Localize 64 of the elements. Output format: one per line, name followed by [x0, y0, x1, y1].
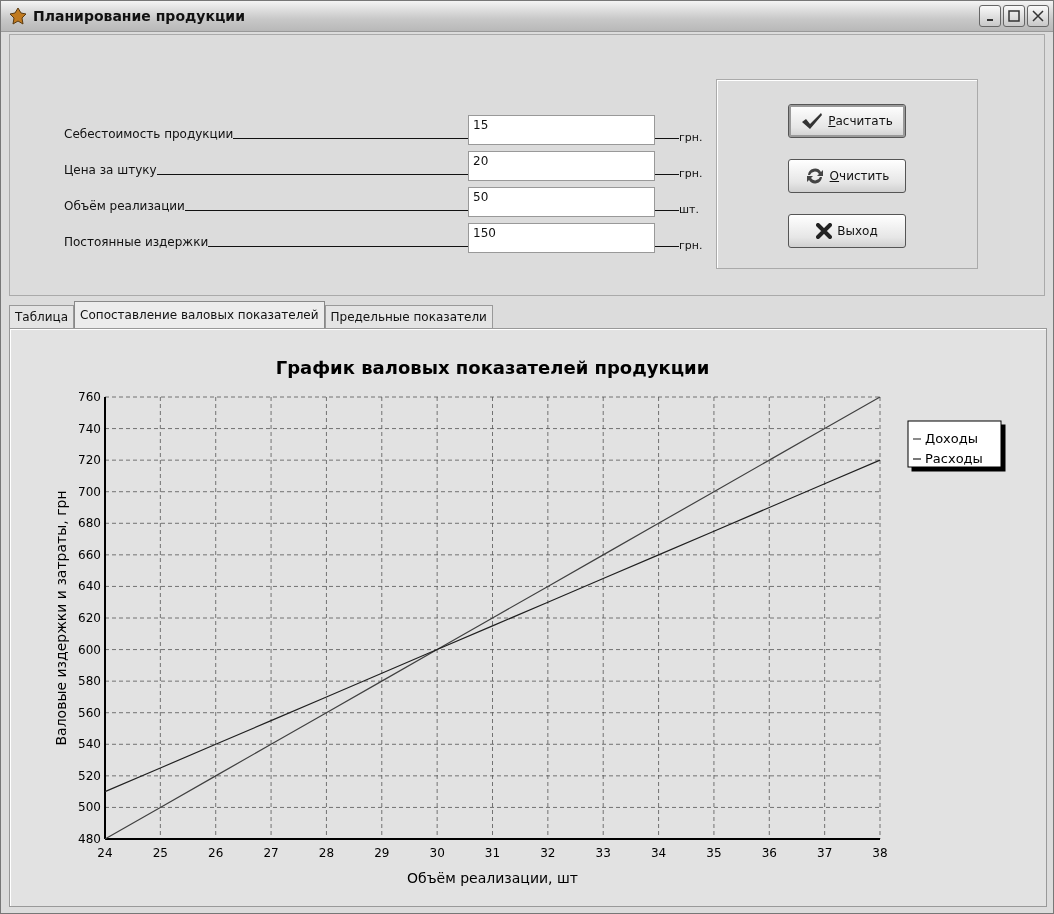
action-button[interactable]: Очистить — [788, 159, 906, 193]
unit-label: шт. — [679, 203, 699, 217]
x-tick-label: 26 — [208, 846, 224, 860]
app-icon — [9, 7, 27, 25]
y-tick-label: 660 — [78, 547, 101, 562]
x-tick-label: 29 — [374, 846, 390, 860]
action-button[interactable]: Выход — [788, 214, 906, 248]
maximize-icon — [1008, 10, 1020, 22]
x-tick-label: 35 — [706, 846, 722, 860]
close-icon — [816, 223, 833, 239]
check-icon — [801, 112, 824, 130]
y-tick-label: 600 — [78, 642, 101, 657]
input-field[interactable]: 20 — [468, 151, 655, 181]
x-axis-label: Объём реализации, шт — [407, 870, 578, 886]
y-tick-label: 720 — [78, 453, 101, 468]
y-tick-label: 580 — [78, 674, 101, 689]
field-label: Постоянные издержки — [64, 235, 209, 251]
action-button[interactable]: Расчитать — [788, 104, 906, 138]
x-tick-label: 27 — [263, 846, 279, 860]
legend-label: Доходы — [925, 431, 978, 446]
x-tick-label: 38 — [872, 846, 888, 860]
y-tick-label: 540 — [78, 737, 101, 752]
y-tick-label: 560 — [78, 705, 101, 720]
tab[interactable]: Предельные показатели — [324, 305, 493, 328]
y-tick-label: 480 — [78, 832, 101, 846]
x-tick-label: 28 — [318, 846, 335, 860]
y-axis-label: Валовые издержки и затраты, грн — [53, 490, 69, 746]
unit-label: грн. — [679, 131, 703, 145]
y-tick-label: 760 — [78, 390, 101, 404]
x-tick-label: 33 — [595, 846, 611, 860]
x-tick-label: 30 — [429, 846, 445, 860]
x-tick-label: 24 — [97, 846, 113, 860]
input-field[interactable]: 150 — [468, 223, 655, 253]
y-tick-label: 620 — [78, 611, 101, 625]
maximize-button[interactable] — [1003, 5, 1025, 27]
field-label: Объём реализации — [64, 199, 185, 215]
chart-title: График валовых показателей продукции — [275, 357, 710, 378]
y-tick-label: 640 — [78, 579, 101, 594]
x-tick-label: 31 — [484, 846, 501, 860]
field-label: Цена за штуку — [64, 163, 157, 179]
minimize-button[interactable] — [979, 5, 1001, 27]
minimize-icon — [987, 19, 993, 21]
input-field[interactable]: 50 — [468, 187, 655, 217]
unit-label: грн. — [679, 167, 703, 181]
tab[interactable]: Таблица — [9, 305, 75, 328]
y-tick-label: 740 — [78, 421, 101, 436]
unit-label: грн. — [679, 239, 703, 253]
x-tick-label: 37 — [817, 846, 833, 860]
legend-label: Расходы — [925, 451, 983, 466]
y-tick-label: 680 — [78, 516, 101, 531]
window-title: Планирование продукции — [33, 8, 246, 24]
y-tick-label: 700 — [78, 484, 101, 499]
y-tick-label: 500 — [78, 800, 101, 815]
x-tick-label: 32 — [540, 846, 556, 860]
field-label: Себестоимость продукции — [64, 127, 234, 143]
input-field[interactable]: 15 — [468, 115, 655, 145]
tab[interactable]: Сопоставление валовых показателей — [74, 301, 325, 328]
x-tick-label: 36 — [761, 846, 777, 860]
x-tick-label: 25 — [152, 846, 168, 860]
y-tick-label: 520 — [78, 768, 101, 783]
close-button[interactable] — [1027, 5, 1049, 27]
x-tick-label: 34 — [650, 846, 667, 860]
close-icon — [1032, 10, 1044, 22]
refresh-icon — [804, 167, 825, 185]
